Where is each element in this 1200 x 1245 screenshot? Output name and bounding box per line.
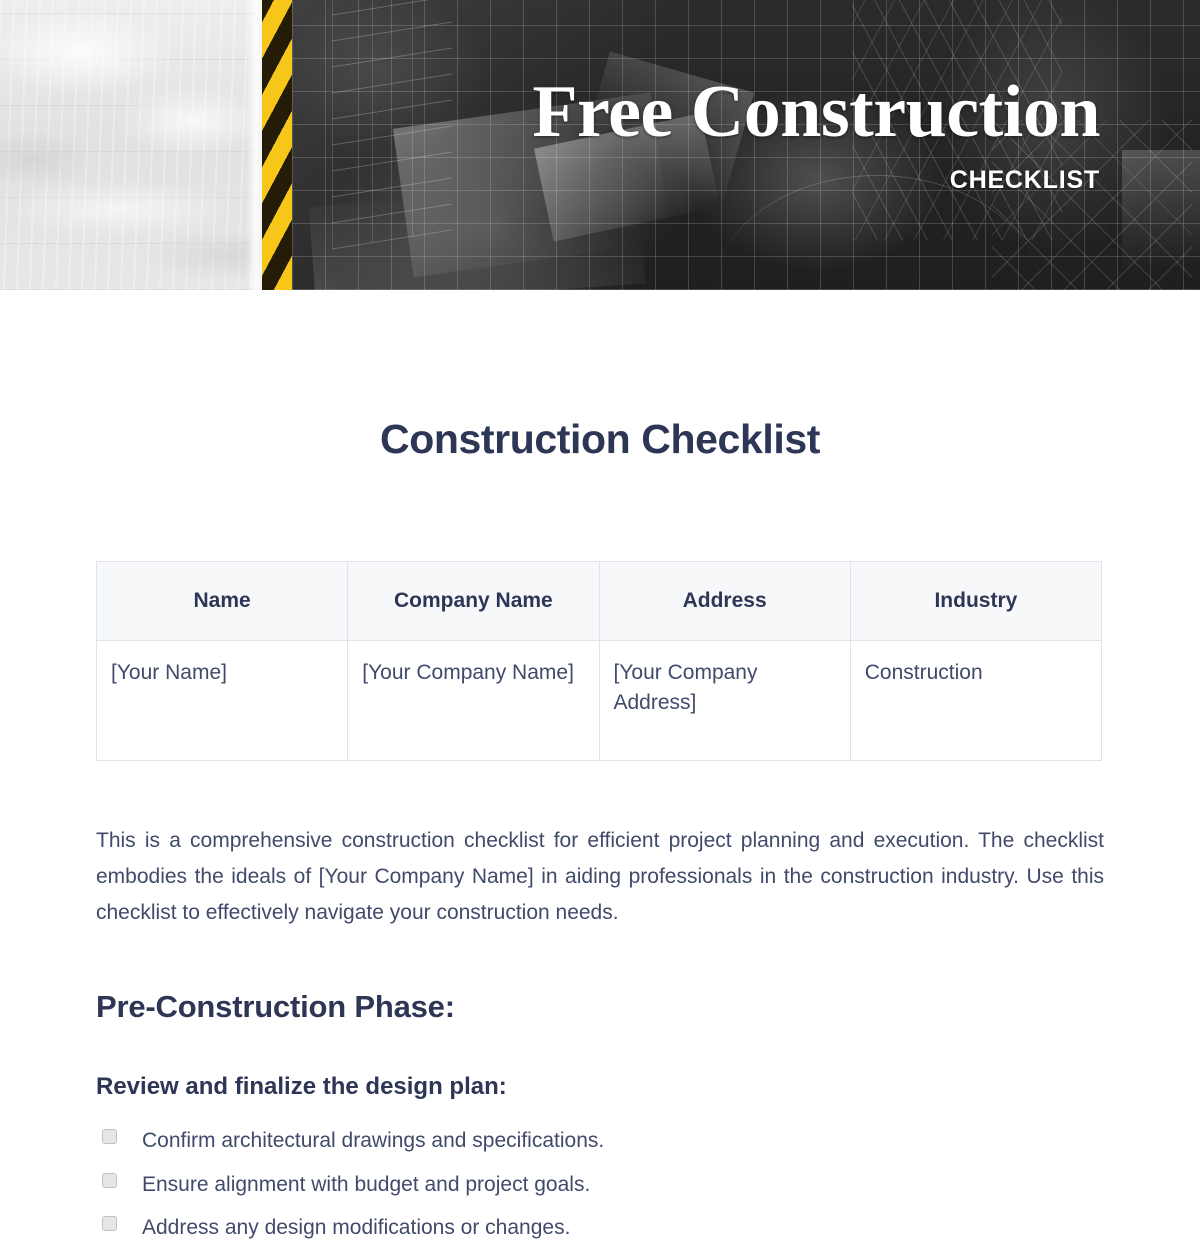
cell-address[interactable]: [Your Company Address] <box>598 640 851 761</box>
column-header-address: Address <box>598 561 851 641</box>
checklist-design-plan: Confirm architectural drawings and speci… <box>96 1123 1104 1245</box>
cell-name[interactable]: [Your Name] <box>95 640 349 761</box>
hazard-stripe-divider <box>262 0 293 290</box>
column-header-industry: Industry <box>849 561 1103 641</box>
cell-company-name[interactable]: [Your Company Name] <box>347 640 600 761</box>
company-info-table: Name Company Name Address Industry [Your… <box>95 561 1103 761</box>
checkbox-icon[interactable] <box>102 1129 117 1145</box>
banner-subtitle: CHECKLIST <box>949 166 1100 194</box>
cell-industry[interactable]: Construction <box>849 640 1103 761</box>
checkbox-icon[interactable] <box>102 1215 117 1231</box>
checklist-item-label: Confirm architectural drawings and speci… <box>142 1129 605 1153</box>
page-title: Construction Checklist <box>380 416 820 462</box>
concrete-texture-panel <box>0 0 268 290</box>
subsection-heading-design-plan: Review and finalize the design plan: <box>96 1073 507 1101</box>
checklist-item-label: Address any design modifications or chan… <box>142 1215 571 1239</box>
table-head: Name Company Name Address Industry <box>95 561 1103 641</box>
header-banner: Free Construction CHECKLIST <box>0 0 1200 290</box>
section-heading-pre-construction: Pre-Construction Phase: <box>96 989 455 1025</box>
list-item[interactable]: Confirm architectural drawings and speci… <box>96 1123 1104 1158</box>
table-body: [Your Name] [Your Company Name] [Your Co… <box>95 640 1103 761</box>
table-row: [Your Name] [Your Company Name] [Your Co… <box>95 640 1103 761</box>
document-body: Construction Checklist Name Company Name… <box>0 290 1200 1245</box>
checkbox-icon[interactable] <box>102 1172 117 1188</box>
table-header-row: Name Company Name Address Industry <box>95 561 1103 641</box>
column-header-company-name: Company Name <box>347 561 600 641</box>
column-header-name: Name <box>95 561 349 641</box>
content-column: Construction Checklist Name Company Name… <box>95 290 1104 1245</box>
banner-title: Free Construction <box>532 71 1100 153</box>
intro-paragraph: This is a comprehensive construction che… <box>96 829 1104 925</box>
list-item[interactable]: Address any design modifications or chan… <box>96 1210 1104 1245</box>
